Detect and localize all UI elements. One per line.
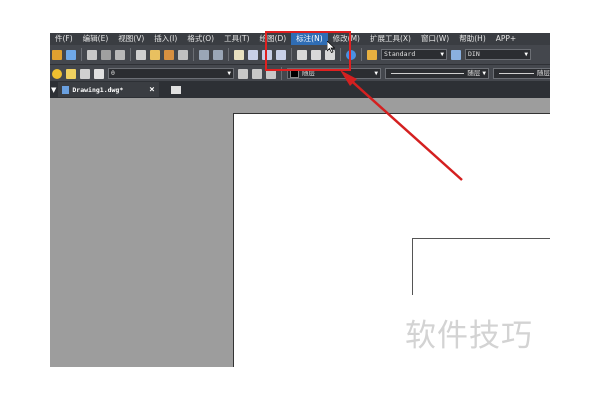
highlight-box [265, 31, 351, 71]
chevron-down-icon: ▼ [440, 51, 444, 58]
toolbar-separator [361, 48, 362, 61]
linetype-value: 随层 [467, 69, 481, 77]
chevron-down-icon: ▼ [482, 70, 486, 77]
layer-freeze-icon[interactable] [66, 68, 76, 79]
undo-icon[interactable] [199, 49, 209, 60]
text-style-select[interactable]: Standard ▼ [381, 49, 447, 60]
watermark: 软件技巧 [405, 318, 533, 354]
layer-value: 0 [111, 69, 115, 77]
layout-viewport[interactable] [412, 238, 550, 295]
layer-lock-icon[interactable] [80, 68, 90, 79]
chevron-down-icon: ▼ [524, 51, 528, 58]
toolbar-separator [130, 48, 131, 61]
toolbar-separator [228, 48, 229, 61]
match-properties-icon[interactable] [178, 49, 188, 60]
tab-label: Drawing1.dwg* [72, 85, 124, 94]
toolbar-separator [193, 48, 194, 61]
menu-window[interactable]: 窗口(W) [416, 33, 454, 45]
open-icon[interactable] [52, 49, 62, 60]
menu-help[interactable]: 帮助(H) [454, 33, 491, 45]
make-layer-current-icon[interactable] [238, 68, 248, 79]
lineweight-select[interactable]: 随层 [493, 68, 550, 79]
menu-format[interactable]: 格式(O) [182, 33, 219, 45]
drawing-file-icon [62, 85, 70, 94]
close-icon[interactable]: × [149, 85, 154, 95]
menu-view[interactable]: 视图(V) [113, 33, 149, 45]
menu-tools[interactable]: 工具(T) [219, 33, 254, 45]
dimension-style-value: DIN [468, 50, 480, 58]
layer-on-icon[interactable] [52, 68, 62, 79]
layer-select[interactable]: 0 ▼ [108, 68, 234, 79]
save-icon[interactable] [66, 49, 76, 60]
lineweight-value: 随层 [537, 69, 550, 77]
text-style-value: Standard [384, 50, 416, 58]
copy-icon[interactable] [150, 49, 160, 60]
toolbar-separator [81, 48, 82, 61]
lineweight-sample [499, 73, 534, 74]
pan-icon[interactable] [234, 49, 244, 60]
publish-icon[interactable] [115, 49, 125, 60]
redo-icon[interactable] [213, 49, 223, 60]
chevron-down-icon: ▼ [227, 70, 231, 77]
print-preview-icon[interactable] [101, 49, 111, 60]
tab-drawing1[interactable]: Drawing1.dwg* × [58, 82, 159, 97]
zoom-realtime-icon[interactable] [248, 49, 258, 60]
document-tab-bar: ▼ Drawing1.dwg* × [50, 81, 550, 98]
new-tab-icon[interactable] [170, 85, 181, 94]
paste-icon[interactable] [164, 49, 174, 60]
linetype-sample [391, 73, 465, 74]
menu-extend-tools[interactable]: 扩展工具(X) [365, 33, 416, 45]
tab-list-icon[interactable]: ▼ [51, 86, 56, 94]
cut-icon[interactable] [136, 49, 146, 60]
chevron-down-icon: ▼ [374, 70, 378, 77]
menu-edit[interactable]: 编辑(E) [78, 33, 114, 45]
menu-file[interactable]: 件(F) [50, 33, 78, 45]
menu-app[interactable]: APP+ [491, 33, 521, 45]
linetype-select[interactable]: 随层 ▼ [385, 68, 489, 79]
text-style-icon[interactable] [367, 49, 377, 60]
mouse-pointer-icon [327, 41, 335, 53]
layer-color-icon[interactable] [94, 68, 104, 79]
dimension-style-select[interactable]: DIN ▼ [465, 49, 531, 60]
layer-previous-icon[interactable] [252, 68, 262, 79]
menu-insert[interactable]: 插入(I) [149, 33, 182, 45]
print-icon[interactable] [87, 49, 97, 60]
dimension-style-icon[interactable] [451, 49, 461, 60]
